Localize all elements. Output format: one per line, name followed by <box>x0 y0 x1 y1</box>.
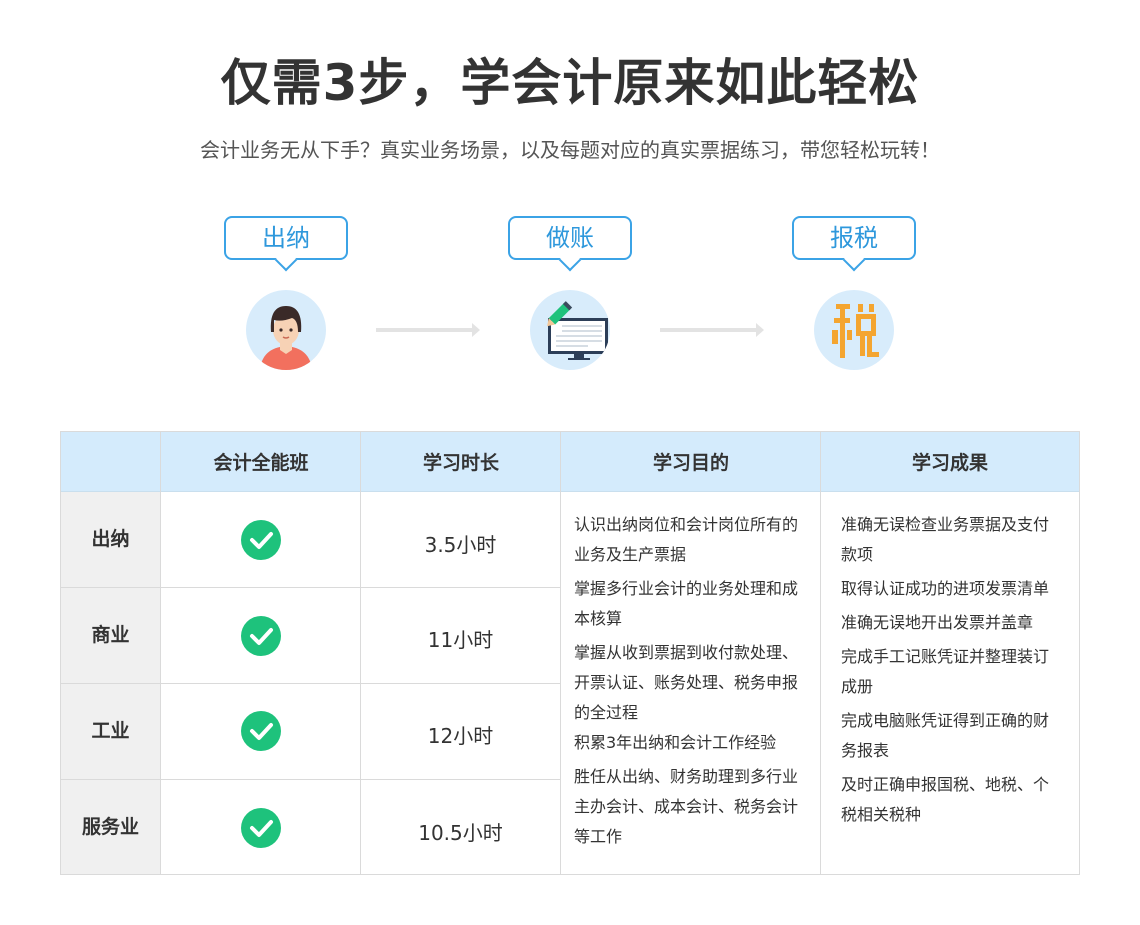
course-table: 会计全能班 学习时长 学习目的 学习成果 出纳 商业 工业 服务业 3.5小时 … <box>60 431 1080 875</box>
divider <box>560 432 561 874</box>
goal-item: 积累3年出纳和会计工作经验 <box>574 733 777 752</box>
table-header: 会计全能班 学习时长 学习目的 学习成果 <box>61 432 1079 492</box>
goal-item: 掌握从收到票据到收付款处理、开票认证、账务处理、税务申报的全过程 <box>574 643 799 722</box>
check-icon <box>241 711 281 751</box>
step-bubble: 报税 <box>792 216 916 260</box>
goal-item: 认识出纳岗位和会计岗位所有的业务及生产票据 <box>574 515 799 564</box>
header-duration: 学习时长 <box>422 452 499 474</box>
page-subtitle: 会计业务无从下手？真实业务场景，以及每题对应的真实票据练习，带您轻松玩转！ <box>200 138 940 162</box>
outcome-item: 准确无误地开出发票并盖章 <box>841 613 1034 632</box>
goals-list: 认识出纳岗位和会计岗位所有的业务及生产票据 掌握多行业会计的业务处理和成本核算 … <box>574 510 812 856</box>
duration-value: 10.5小时 <box>418 821 503 845</box>
divider <box>820 432 821 874</box>
arrow-right-icon <box>376 323 480 337</box>
outcome-item: 准确无误检查业务票据及支付款项 <box>841 515 1050 564</box>
page-title: 仅需3步，学会计原来如此轻松 <box>220 54 920 112</box>
row-label-commerce: 商业 <box>61 588 160 683</box>
duration-value: 12小时 <box>427 724 494 748</box>
divider <box>360 432 361 874</box>
row-label-cashier: 出纳 <box>61 492 160 587</box>
check-icon <box>241 616 281 656</box>
duration-value: 11小时 <box>427 628 494 652</box>
arrow-right-icon <box>660 323 764 337</box>
header-course: 会计全能班 <box>213 452 309 474</box>
check-icon <box>241 520 281 560</box>
step-bubble: 做账 <box>508 216 632 260</box>
steps-flow: 出纳 做账 报税 <box>0 216 1140 376</box>
goal-item: 胜任从出纳、财务助理到多行业主办会计、成本会计、税务会计等工作 <box>574 767 799 846</box>
outcome-item: 完成手工记账凭证并整理装订成册 <box>841 647 1050 696</box>
check-icon <box>241 808 281 848</box>
row-label-industry: 工业 <box>61 684 160 779</box>
step-bubble: 出纳 <box>224 216 348 260</box>
outcome-item: 取得认证成功的进项发票清单 <box>841 579 1050 598</box>
tax-character-icon <box>814 290 894 370</box>
outcome-item: 完成电脑账凭证得到正确的财务报表 <box>841 711 1050 760</box>
outcomes-list: 准确无误检查业务票据及支付款项 取得认证成功的进项发票清单 准确无误地开出发票并… <box>841 510 1063 834</box>
bookkeeping-monitor-icon <box>530 290 610 370</box>
outcome-item: 及时正确申报国税、地税、个税相关税种 <box>841 775 1050 824</box>
cashier-woman-icon <box>246 290 326 370</box>
goal-item: 掌握多行业会计的业务处理和成本核算 <box>574 579 799 628</box>
duration-value: 3.5小时 <box>424 533 497 557</box>
header-goals: 学习目的 <box>652 452 729 474</box>
row-label-service: 服务业 <box>61 780 160 874</box>
divider <box>160 432 161 874</box>
header-outcomes: 学习成果 <box>911 452 988 474</box>
